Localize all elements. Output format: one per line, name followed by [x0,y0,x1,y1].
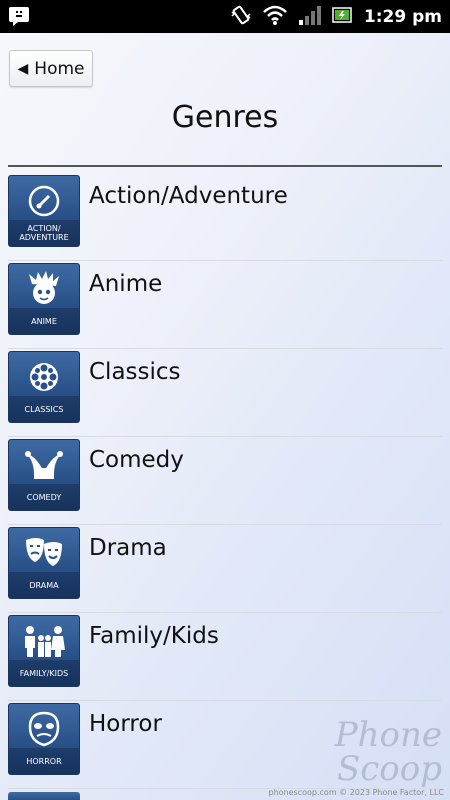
header-divider [8,165,442,167]
status-time: 1:29 pm [363,6,442,27]
genre-tile: Anime [8,263,80,335]
genre-tile-label: Horror [9,748,79,774]
genre-tile-label: Classics [9,396,79,422]
genre-tile: Action/ Adventure [8,175,80,247]
film-reel-icon [9,356,79,398]
genre-label: Action/Adventure [89,183,288,209]
genre-tile-label: Action/ Adventure [9,220,79,246]
genre-list: Action/ Adventure Action/Adventure Anime… [0,173,450,789]
genre-row-action-adventure[interactable]: Action/ Adventure Action/Adventure [0,173,450,261]
next-genre-tile-partial [8,792,80,800]
vibrate-icon [230,4,252,30]
anime-face-icon [9,268,79,310]
theater-masks-icon [9,532,79,574]
notification-icon [8,6,30,30]
genre-tile: Drama [8,527,80,599]
battery-icon [332,6,354,28]
signal-icon [298,5,322,29]
genre-tile: Horror [8,703,80,775]
genre-label: Anime [89,271,163,297]
genre-row-anime[interactable]: Anime Anime [0,261,450,349]
watermark-line1: Phone [334,715,442,755]
back-arrow-icon: ◀ [17,60,29,77]
genre-tile: Comedy [8,439,80,511]
watermark-credit: phonescoop.com © 2023 Phone Factor, LLC [268,788,444,797]
family-icon [9,620,79,662]
jester-hat-icon [9,444,79,486]
status-bar: 1:29 pm [0,0,450,33]
page-title: Genres [171,100,279,135]
home-button-label: Home [34,58,85,79]
genre-label: Horror [89,711,162,737]
genre-label: Family/Kids [89,623,219,649]
genre-tile-label: Anime [9,308,79,334]
genre-tile: Classics [8,351,80,423]
watermark-line2: Scoop [336,749,442,789]
compass-icon [9,180,79,222]
genre-label: Drama [89,535,167,561]
genre-label: Comedy [89,447,184,473]
genre-tile: Family/Kids [8,615,80,687]
genre-label: Classics [89,359,181,385]
genre-row-comedy[interactable]: Comedy Comedy [0,437,450,525]
wifi-icon [262,4,288,30]
home-back-button[interactable]: ◀ Home [9,50,93,87]
genre-tile-label: Family/Kids [9,660,79,686]
horror-face-icon [9,708,79,750]
genre-row-drama[interactable]: Drama Drama [0,525,450,613]
watermark: Phone Scoop [335,718,442,786]
genre-tile-label: Comedy [9,484,79,510]
genre-tile-label: Drama [9,572,79,598]
genre-row-family-kids[interactable]: Family/Kids Family/Kids [0,613,450,701]
genre-row-classics[interactable]: Classics Classics [0,349,450,437]
